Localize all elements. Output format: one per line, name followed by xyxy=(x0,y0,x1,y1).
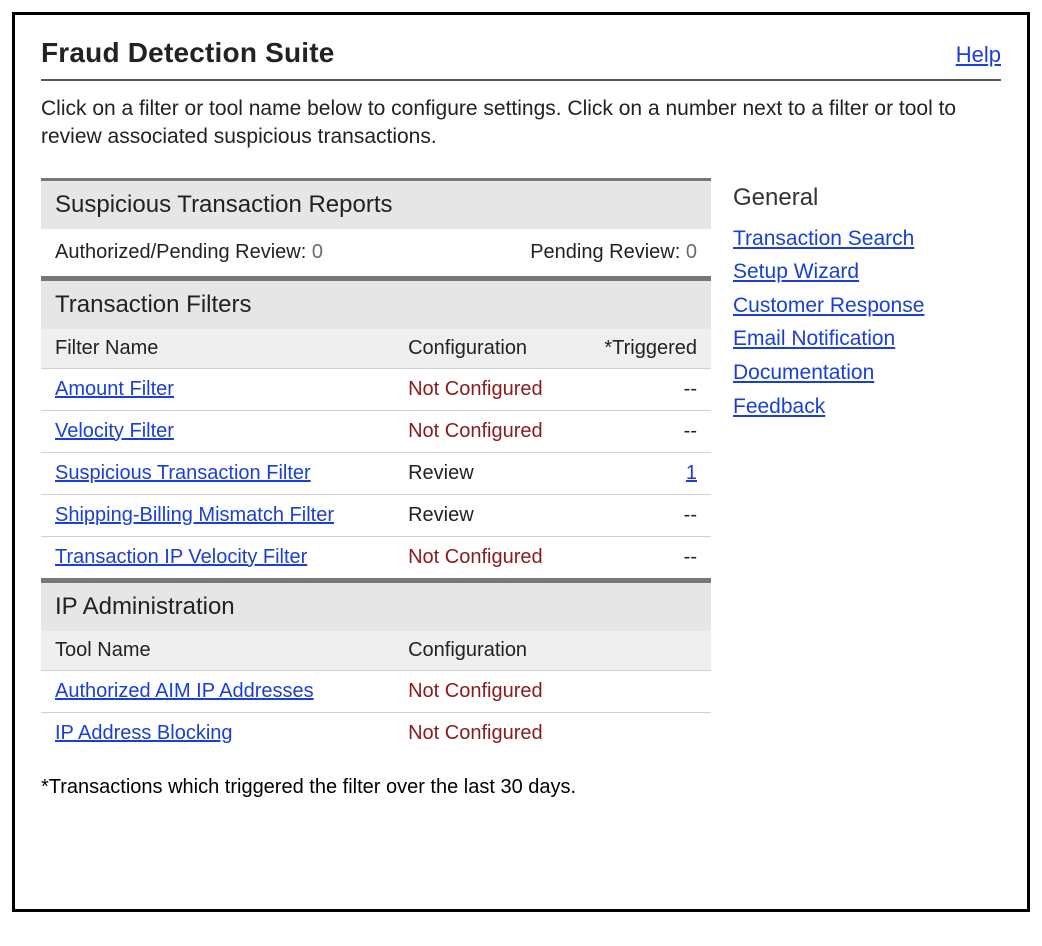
footnote: *Transactions which triggered the filter… xyxy=(41,776,711,799)
ipadmin-col-spacer xyxy=(601,639,697,662)
filter-config: Not Configured xyxy=(408,378,601,401)
filter-name-link[interactable]: Transaction IP Velocity Filter xyxy=(55,546,307,568)
ipadmin-col-config: Configuration xyxy=(408,639,601,662)
auth-pending-label: Authorized/Pending Review: xyxy=(55,241,306,263)
filter-row: Shipping-Billing Mismatch Filter Review … xyxy=(41,494,711,536)
auth-pending-value[interactable]: 0 xyxy=(312,241,323,263)
filter-triggered: -- xyxy=(601,420,697,443)
iptool-config: Not Configured xyxy=(408,722,601,745)
main-column: Suspicious Transaction Reports Authorize… xyxy=(41,178,711,799)
filter-config: Not Configured xyxy=(408,546,601,569)
iptool-name-link[interactable]: IP Address Blocking xyxy=(55,722,233,744)
filter-name-link[interactable]: Shipping-Billing Mismatch Filter xyxy=(55,504,334,526)
sidebar-link-setup-wizard[interactable]: Setup Wizard xyxy=(733,255,1001,289)
sidebar-link-email-notification[interactable]: Email Notification xyxy=(733,322,1001,356)
filter-row: Suspicious Transaction Filter Review 1 xyxy=(41,452,711,494)
filter-config: Review xyxy=(408,504,601,527)
help-link[interactable]: Help xyxy=(956,42,1001,68)
sidebar-link-transaction-search[interactable]: Transaction Search xyxy=(733,222,1001,256)
filters-section-head: Transaction Filters xyxy=(41,278,711,329)
filters-col-name: Filter Name xyxy=(55,337,408,360)
filter-name-link[interactable]: Amount Filter xyxy=(55,378,174,400)
iptool-name-link[interactable]: Authorized AIM IP Addresses xyxy=(55,680,314,702)
filter-row: Velocity Filter Not Configured -- xyxy=(41,410,711,452)
sidebar-heading: General xyxy=(733,184,1001,212)
title-divider xyxy=(41,79,1001,81)
page-frame: Fraud Detection Suite Help Click on a fi… xyxy=(12,12,1030,912)
filter-name-link[interactable]: Velocity Filter xyxy=(55,420,174,442)
pending-value[interactable]: 0 xyxy=(686,241,697,263)
ipadmin-section-head: IP Administration xyxy=(41,580,711,631)
filter-triggered: -- xyxy=(601,546,697,569)
reports-section-head: Suspicious Transaction Reports xyxy=(41,178,711,229)
filter-triggered-link[interactable]: 1 xyxy=(686,462,697,484)
sidebar-link-documentation[interactable]: Documentation xyxy=(733,356,1001,390)
reports-summary-row: Authorized/Pending Review: 0 Pending Rev… xyxy=(41,229,711,278)
auth-pending-review: Authorized/Pending Review: 0 xyxy=(55,241,323,264)
sidebar: General Transaction Search Setup Wizard … xyxy=(733,178,1001,799)
filters-col-trig: *Triggered xyxy=(601,337,697,360)
filter-row: Amount Filter Not Configured -- xyxy=(41,368,711,410)
page-title: Fraud Detection Suite xyxy=(41,37,335,69)
filter-name-link[interactable]: Suspicious Transaction Filter xyxy=(55,462,311,484)
iptool-row: IP Address Blocking Not Configured xyxy=(41,712,711,754)
iptool-config: Not Configured xyxy=(408,680,601,703)
ipadmin-header-row: Tool Name Configuration xyxy=(41,631,711,670)
filter-triggered: -- xyxy=(601,378,697,401)
sidebar-links: Transaction Search Setup Wizard Customer… xyxy=(733,222,1001,424)
filters-header-row: Filter Name Configuration *Triggered xyxy=(41,329,711,368)
filter-row: Transaction IP Velocity Filter Not Confi… xyxy=(41,536,711,580)
iptool-row: Authorized AIM IP Addresses Not Configur… xyxy=(41,670,711,712)
main-layout: Suspicious Transaction Reports Authorize… xyxy=(41,178,1001,799)
intro-text: Click on a filter or tool name below to … xyxy=(41,95,1001,152)
sidebar-link-feedback[interactable]: Feedback xyxy=(733,390,1001,424)
header-row: Fraud Detection Suite Help xyxy=(41,37,1001,69)
sidebar-link-customer-response[interactable]: Customer Response xyxy=(733,289,1001,323)
filter-config: Not Configured xyxy=(408,420,601,443)
filter-config: Review xyxy=(408,462,601,485)
filters-col-config: Configuration xyxy=(408,337,601,360)
filter-triggered: -- xyxy=(601,504,697,527)
ipadmin-col-name: Tool Name xyxy=(55,639,408,662)
pending-review: Pending Review: 0 xyxy=(530,241,697,264)
pending-label: Pending Review: xyxy=(530,241,680,263)
